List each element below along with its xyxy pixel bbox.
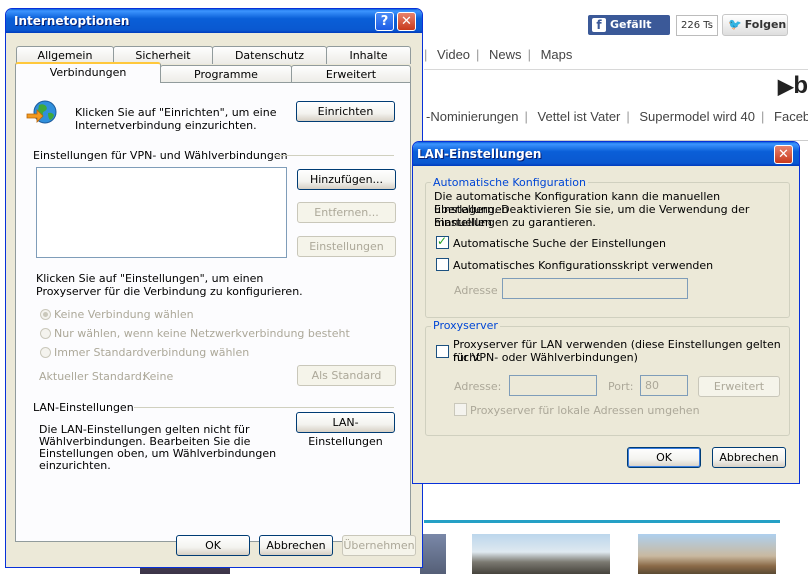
lan-client-area: Automatische Konfiguration Die automatis… [416, 166, 796, 480]
news-thumbnail[interactable] [638, 534, 776, 574]
vpn-section-label: Einstellungen für VPN- und Wählverbindun… [33, 149, 288, 162]
lan-section-label: LAN-Einstellungen [33, 401, 134, 414]
trend-link[interactable]: Vettel ist Vater [538, 109, 621, 124]
title-bar[interactable]: Internetoptionen ? ✕ [6, 9, 422, 33]
proxy-address-input[interactable] [509, 375, 597, 396]
facebook-like-count: 226 Ts [676, 15, 718, 36]
twitter-follow-label: Folgen [744, 18, 787, 31]
network-globe-icon [26, 99, 60, 127]
close-button[interactable]: ✕ [397, 12, 416, 31]
auto-detect-label: Automatische Suche der Einstellungen [453, 237, 666, 250]
tab-programme[interactable]: Programme [160, 65, 292, 83]
tab-datenschutz[interactable]: Datenschutz [212, 46, 327, 64]
tab-inhalte[interactable]: Inhalte [326, 46, 411, 64]
facebook-icon: f [592, 18, 606, 32]
auto-script-checkbox[interactable] [436, 258, 449, 271]
facebook-like-button[interactable]: f Gefällt mir [588, 15, 670, 51]
bypass-local-checkbox[interactable] [454, 403, 467, 416]
lan-hint-line4: einzurichten. [39, 459, 111, 472]
auto-config-desc-line3: Einstellungen zu garantieren. [434, 216, 596, 229]
apply-button[interactable]: Übernehmen [342, 535, 416, 556]
internet-options-dialog: Internetoptionen ? ✕ Allgemein Sicherhei… [5, 8, 423, 568]
trend-link[interactable]: -Nominierungen [426, 109, 519, 124]
nav-divider [424, 69, 808, 70]
proxy-address-label: Adresse: [454, 380, 502, 393]
lan-title-bar[interactable]: LAN-Einstellungen ✕ [413, 142, 799, 166]
dialog-title: Internetoptionen [14, 14, 130, 28]
current-default-value: Keine [143, 370, 174, 383]
script-address-label: Adresse [454, 284, 498, 297]
radio-never-dial-label: Keine Verbindung wählen [54, 308, 194, 321]
setup-description-line2: Internetverbindung einzurichten. [75, 119, 257, 132]
help-button[interactable]: ? [375, 12, 394, 31]
ok-button[interactable]: OK [176, 535, 250, 556]
search-nav-links: | Video | News | Maps [424, 47, 573, 62]
script-address-input[interactable] [502, 278, 688, 299]
auto-config-group-title: Automatische Konfiguration [431, 176, 588, 189]
trending-links: -Nominierungen | Vettel ist Vater | Superm… [426, 109, 808, 124]
news-thumbnail[interactable] [420, 534, 446, 574]
dialup-connections-list[interactable] [36, 167, 287, 258]
auto-script-label: Automatisches Konfigurationsskript verwe… [453, 259, 714, 272]
lan-settings-button[interactable]: LAN-Einstellungen [296, 412, 395, 448]
nav-link-news[interactable]: News [489, 47, 522, 62]
lan-cancel-button[interactable]: Abbrechen [712, 447, 786, 468]
radio-always-dial[interactable] [40, 347, 51, 358]
lan-settings-dialog: LAN-Einstellungen ✕ Automatische Konfigu… [412, 141, 800, 484]
proxy-port-input[interactable]: 80 [640, 375, 688, 396]
connections-tab-panel: Klicken Sie auf "Einrichten", um eine In… [15, 82, 411, 542]
section-divider [274, 155, 394, 156]
bing-logo-letter: b [793, 72, 808, 99]
tab-verbindungen[interactable]: Verbindungen [15, 62, 161, 83]
lan-ok-button[interactable]: OK [627, 447, 701, 468]
lan-dialog-title: LAN-Einstellungen [417, 147, 542, 161]
proxy-port-label: Port: [608, 380, 634, 393]
setup-button[interactable]: Einrichten [296, 101, 395, 122]
use-proxy-label-line2: für VPN- oder Wählverbindungen) [453, 351, 638, 364]
nav-link-maps[interactable]: Maps [541, 47, 573, 62]
setup-description-line1: Klicken Sie auf "Einrichten", um eine [75, 106, 277, 119]
cancel-button[interactable]: Abbrechen [259, 535, 333, 556]
section-accent-bar [424, 520, 780, 523]
radio-dial-when-no-network[interactable] [40, 328, 51, 339]
radio-never-dial[interactable] [40, 309, 51, 320]
dialog-client-area: Allgemein Sicherheit Datenschutz Inhalte… [9, 35, 419, 564]
use-proxy-checkbox[interactable] [436, 345, 449, 358]
set-default-button[interactable]: Als Standard [297, 365, 396, 386]
auto-detect-checkbox[interactable] [436, 234, 449, 249]
proxy-group-title: Proxyserver [431, 319, 500, 332]
current-default-label: Aktueller Standard: [39, 370, 146, 383]
add-connection-button[interactable]: Hinzufügen... [297, 169, 396, 190]
news-thumbnail[interactable] [472, 534, 610, 574]
trend-link[interactable]: Faceboo [774, 109, 808, 124]
trend-link[interactable]: Supermodel wird 40 [639, 109, 755, 124]
twitter-follow-button[interactable]: 🐦 Folgen [722, 14, 788, 36]
proxy-hint-line2: Proxyserver für die Verbindung zu konfig… [36, 285, 303, 298]
bing-logo: ▶b [778, 72, 808, 99]
twitter-bird-icon: 🐦 [728, 18, 742, 31]
proxy-hint-line1: Klicken Sie auf "Einstellungen", um eine… [36, 272, 264, 285]
section-divider [134, 407, 394, 408]
nav-link-video[interactable]: Video [437, 47, 470, 62]
tab-erweitert[interactable]: Erweitert [291, 65, 411, 83]
lan-close-button[interactable]: ✕ [774, 145, 793, 164]
connection-settings-button[interactable]: Einstellungen [297, 236, 396, 257]
proxy-advanced-button[interactable]: Erweitert [698, 376, 780, 397]
remove-connection-button[interactable]: Entfernen... [297, 202, 396, 223]
radio-always-dial-label: Immer Standardverbindung wählen [54, 346, 250, 359]
bypass-local-label: Proxyserver für lokale Adressen umgehen [470, 404, 700, 417]
radio-dial-when-no-network-label: Nur wählen, wenn keine Netzwerkverbindun… [54, 327, 350, 340]
